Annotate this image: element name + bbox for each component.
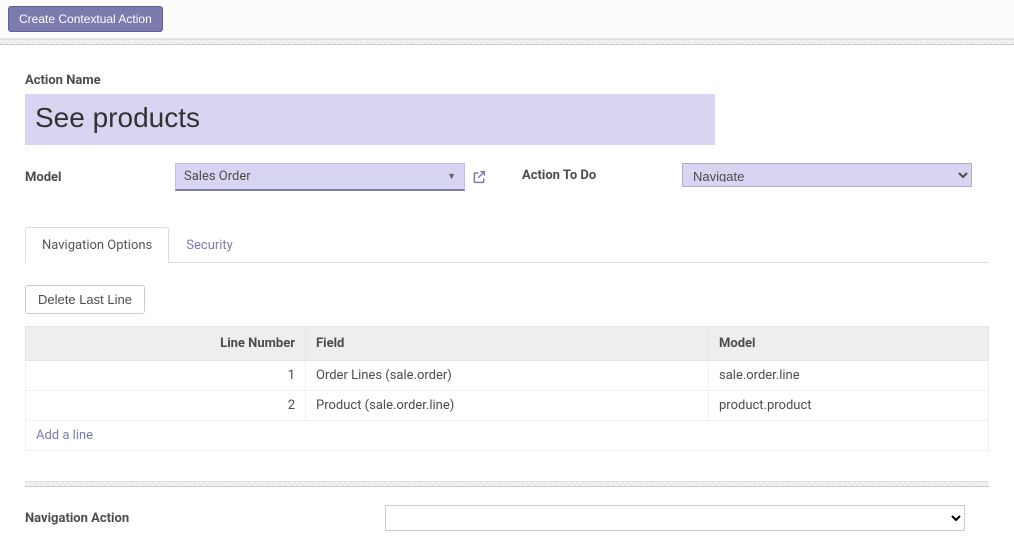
cell-field: Product (sale.order.line)	[306, 391, 709, 421]
cell-field: Order Lines (sale.order)	[306, 361, 709, 391]
action-name-label: Action Name	[25, 73, 989, 88]
action-name-input[interactable]	[25, 94, 715, 145]
col-field: Field	[306, 327, 709, 361]
model-value: Sales Order	[184, 169, 251, 184]
chevron-down-icon[interactable]: ▼	[447, 171, 456, 182]
model-input[interactable]: Sales Order ▼	[175, 163, 465, 191]
action-to-do-select[interactable]: Navigate	[682, 163, 972, 187]
action-to-do-label: Action To Do	[522, 168, 682, 183]
table-row[interactable]: 1 Order Lines (sale.order) sale.order.li…	[26, 361, 989, 391]
navigation-lines-table: Line Number Field Model 1 Order Lines (s…	[25, 326, 989, 451]
col-model: Model	[709, 327, 989, 361]
col-line-number: Line Number	[26, 327, 306, 361]
delete-last-line-button[interactable]: Delete Last Line	[25, 285, 145, 314]
table-row[interactable]: 2 Product (sale.order.line) product.prod…	[26, 391, 989, 421]
create-contextual-action-button[interactable]: Create Contextual Action	[8, 6, 163, 32]
add-line-row[interactable]: Add a line	[26, 421, 989, 451]
navigation-action-label: Navigation Action	[25, 511, 385, 526]
navigation-action-select[interactable]	[385, 505, 965, 531]
tab-security[interactable]: Security	[169, 227, 250, 263]
model-label: Model	[25, 170, 175, 185]
cell-line-number: 2	[26, 391, 306, 421]
cell-model: product.product	[709, 391, 989, 421]
separator	[0, 39, 1014, 45]
cell-line-number: 1	[26, 361, 306, 391]
add-line-label: Add a line	[26, 421, 989, 451]
tab-navigation-options[interactable]: Navigation Options	[25, 227, 169, 263]
cell-model: sale.order.line	[709, 361, 989, 391]
external-link-icon[interactable]	[471, 169, 487, 185]
separator	[25, 481, 989, 487]
tab-bar: Navigation Options Security	[25, 226, 989, 263]
